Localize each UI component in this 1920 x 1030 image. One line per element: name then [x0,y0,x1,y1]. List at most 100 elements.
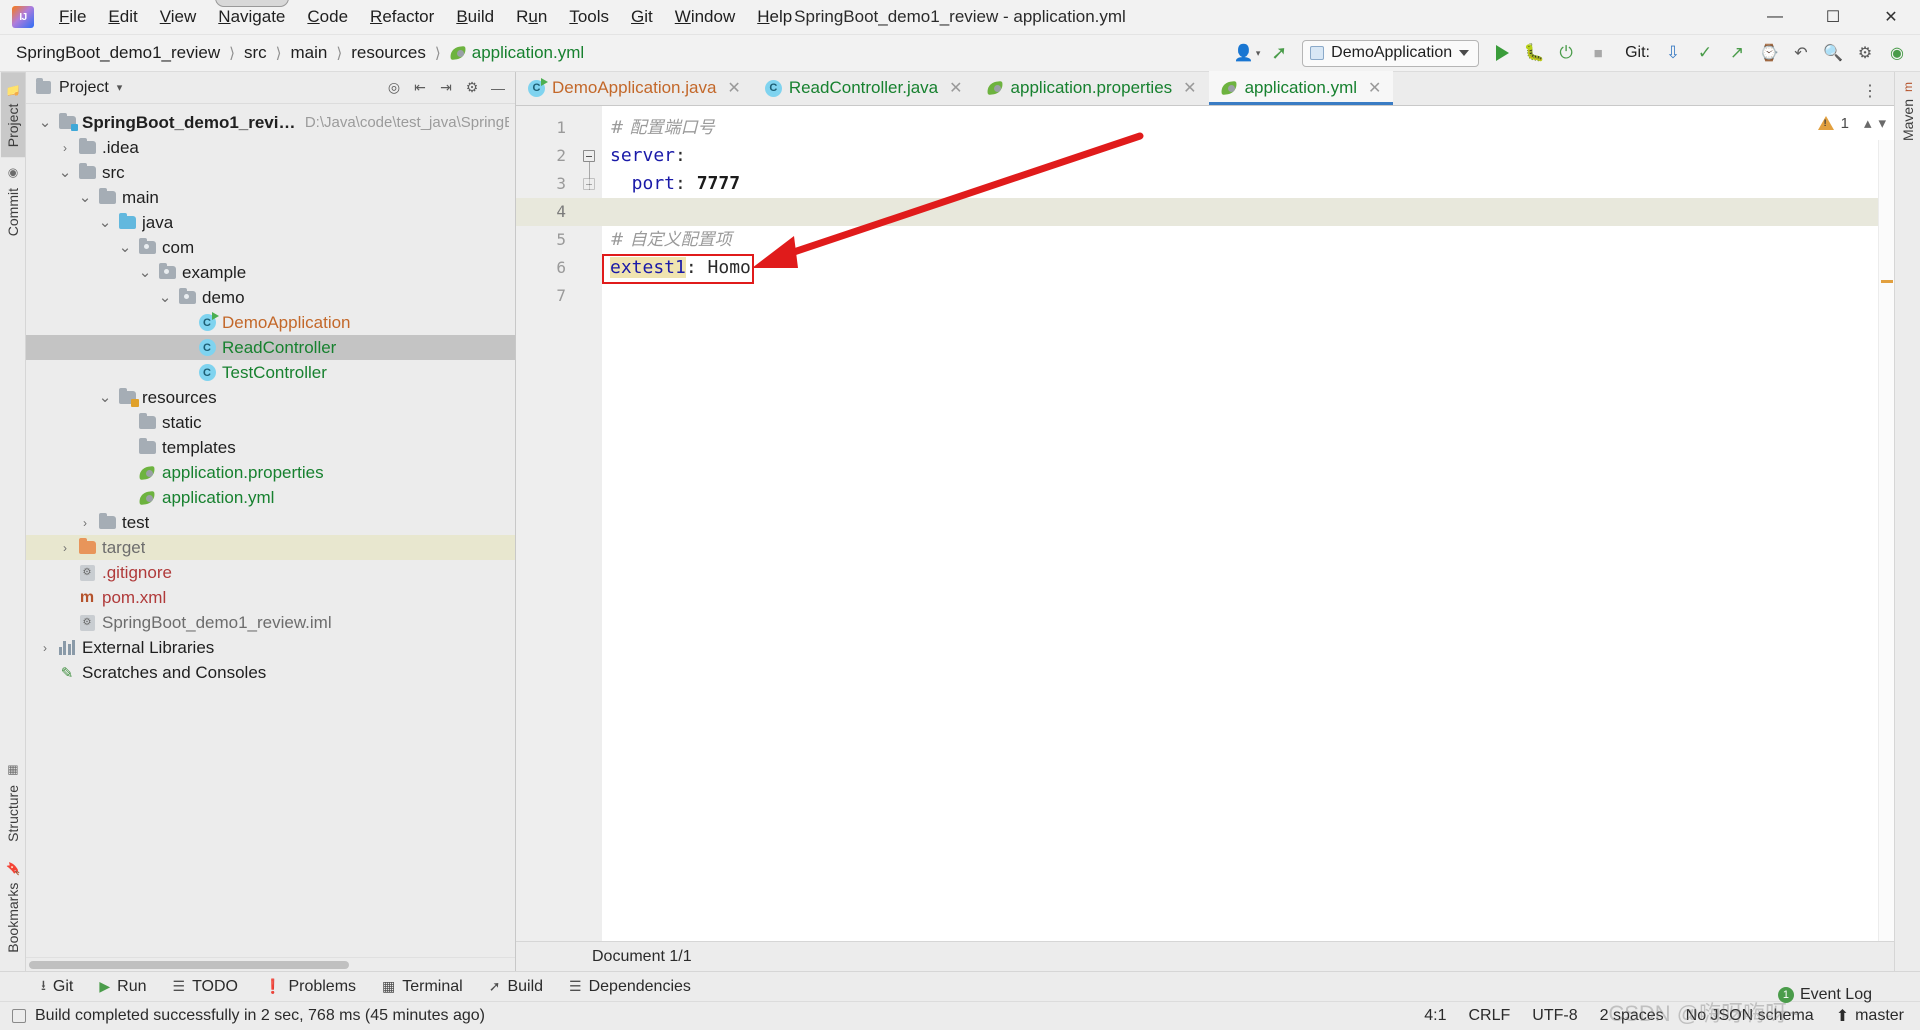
user-avatar-icon[interactable]: 👤 ▾ [1232,39,1262,67]
editor-tab-readcontroller-java[interactable]: C ReadController.java ✕ [753,71,975,105]
breadcrumb-project[interactable]: SpringBoot_demo1_review [12,41,224,65]
tree-node-pom-xml[interactable]: m pom.xml [26,585,515,610]
tree-node-resources[interactable]: ⌄ resources [26,385,515,410]
tree-node-springboot-demo1-review[interactable]: ⌄ SpringBoot_demo1_review D:\Java\code\tes… [26,110,515,135]
code-line[interactable] [602,282,1894,310]
tree-expander-icon[interactable]: › [34,641,56,655]
tree-node-testcontroller[interactable]: C TestController [26,360,515,385]
tree-node-demoapplication[interactable]: C DemoApplication [26,310,515,335]
git-branch-widget[interactable]: ⬆ master [1836,1006,1904,1026]
tree-expander-icon[interactable]: ⌄ [94,215,116,230]
editor-tab-demoapplication-java[interactable]: C DemoApplication.java ✕ [516,71,753,105]
chevron-up-icon[interactable]: ▴ [1864,114,1872,132]
code-line[interactable]: # 自定义配置项 [602,226,1894,254]
project-tree[interactable]: ⌄ SpringBoot_demo1_review D:\Java\code\tes… [26,104,515,957]
minimize-button[interactable]: — [1746,0,1804,34]
fold-collapse-icon[interactable] [583,150,595,162]
menu-build[interactable]: Build [445,3,505,31]
project-horizontal-scrollbar[interactable] [26,957,515,971]
tree-expander-icon[interactable]: › [54,541,76,555]
tool-window-button-build[interactable]: ➚ Build [478,975,554,999]
fold-slot[interactable] [578,170,602,198]
locate-file-icon[interactable]: ◎ [383,77,405,99]
tree-node-static[interactable]: static [26,410,515,435]
tree-node-readcontroller[interactable]: C ReadController [26,335,515,360]
menu-edit[interactable]: Edit [97,3,148,31]
code-line[interactable]: port: 7777 [602,170,1894,198]
sidebar-item-structure[interactable]: Structure ▦ [1,754,25,852]
fold-slot[interactable] [578,282,602,310]
settings-gear-icon[interactable]: ⚙ [461,77,483,99]
tree-expander-icon[interactable]: ⌄ [94,390,116,405]
code-line[interactable]: # 配置端口号 [602,114,1894,142]
sidebar-item-commit[interactable]: Commit ◉ [1,157,25,246]
tab-close-icon[interactable]: ✕ [1183,78,1196,98]
event-log-widget[interactable]: 1 Event Log [1777,986,1872,1004]
run-configuration-selector[interactable]: DemoApplication [1302,39,1480,67]
fold-child-icon[interactable] [583,178,595,190]
hide-panel-icon[interactable]: — [487,77,509,99]
tree-node-demo[interactable]: ⌄ demo [26,285,515,310]
error-stripe-markbar[interactable] [1878,140,1894,941]
breadcrumb-main[interactable]: main [287,41,332,65]
code-editor[interactable]: # 配置端口号 server: port: 7777 # 自定义配置项 extest… [602,106,1894,941]
tree-node-test[interactable]: › test [26,510,515,535]
caret-position[interactable]: 4:1 [1424,1007,1446,1025]
scrollbar-thumb[interactable] [29,960,349,969]
menu-view[interactable]: View [149,3,208,31]
settings-gear-icon[interactable]: ⚙ [1850,39,1880,67]
tool-window-button-todo[interactable]: ☰ TODO [162,975,250,999]
tab-close-icon[interactable]: ✕ [727,78,740,98]
code-line[interactable] [602,198,1894,226]
menu-tools[interactable]: Tools [558,3,620,31]
tool-window-button-dependencies[interactable]: ☰ Dependencies [558,975,702,999]
tree-node-example[interactable]: ⌄ example [26,260,515,285]
code-line[interactable]: server: [602,142,1894,170]
close-button[interactable]: ✕ [1862,0,1920,34]
fold-slot[interactable] [578,114,602,142]
debug-button[interactable]: 🐛 [1519,39,1549,67]
tree-expander-icon[interactable]: › [74,516,96,530]
file-encoding[interactable]: UTF-8 [1532,1007,1577,1025]
menu-git[interactable]: Git [620,3,664,31]
fold-slot[interactable] [578,142,602,190]
build-hammer-icon[interactable]: ➚ [1264,39,1294,67]
tree-node-com[interactable]: ⌄ com [26,235,515,260]
run-button[interactable] [1487,39,1517,67]
search-icon[interactable]: 🔍 [1818,39,1848,67]
line-separator[interactable]: CRLF [1468,1007,1510,1025]
maximize-button[interactable]: ☐ [1804,0,1862,34]
menu-refactor[interactable]: Refactor [359,3,445,31]
tree-node-templates[interactable]: templates [26,435,515,460]
sidebar-item-bookmarks[interactable]: Bookmarks 🔖 [1,851,25,963]
editor-tab-application-properties[interactable]: application.properties ✕ [975,71,1209,105]
sidebar-item-maven[interactable]: Maven m [1896,72,1920,151]
git-commit-icon[interactable]: ✓ [1690,39,1720,67]
menu-file[interactable]: File [48,3,97,31]
git-push-icon[interactable]: ↗ [1722,39,1752,67]
tool-window-button-git[interactable]: ⭳ Git [30,972,84,1002]
indent-setting[interactable]: 2 spaces [1600,1007,1664,1025]
chevron-down-icon[interactable]: ▾ [1878,114,1886,132]
collapse-all-icon[interactable]: ⇥ [435,77,457,99]
tree-expander-icon[interactable]: ⌄ [74,190,96,205]
breadcrumb-src[interactable]: src [240,41,271,65]
menu-navigate[interactable]: Navigate [207,3,296,31]
tree-expander-icon[interactable]: ⌄ [54,165,76,180]
run-with-coverage-button[interactable]: ⏻ [1551,39,1581,67]
code-line[interactable]: extest1: Homo [602,254,1894,282]
tree-node-src[interactable]: ⌄ src [26,160,515,185]
tree-node-external-libraries[interactable]: › External Libraries [26,635,515,660]
breadcrumb-resources[interactable]: resources [347,41,430,65]
tool-window-button-terminal[interactable]: ▦ Terminal [371,975,474,999]
tree-expander-icon[interactable]: ⌄ [114,240,136,255]
ide-update-icon[interactable]: ◉ [1882,39,1912,67]
breadcrumb-file[interactable]: application.yml [446,41,588,65]
more-tabs-icon[interactable]: ⋮ [1855,77,1885,105]
tree-node-application-properties[interactable]: application.properties [26,460,515,485]
undo-icon[interactable]: ↶ [1786,39,1816,67]
tree-node--gitignore[interactable]: .gitignore [26,560,515,585]
tree-node-application-yml[interactable]: application.yml [26,485,515,510]
menu-code[interactable]: Code [296,3,359,31]
expand-all-icon[interactable]: ⇤ [409,77,431,99]
